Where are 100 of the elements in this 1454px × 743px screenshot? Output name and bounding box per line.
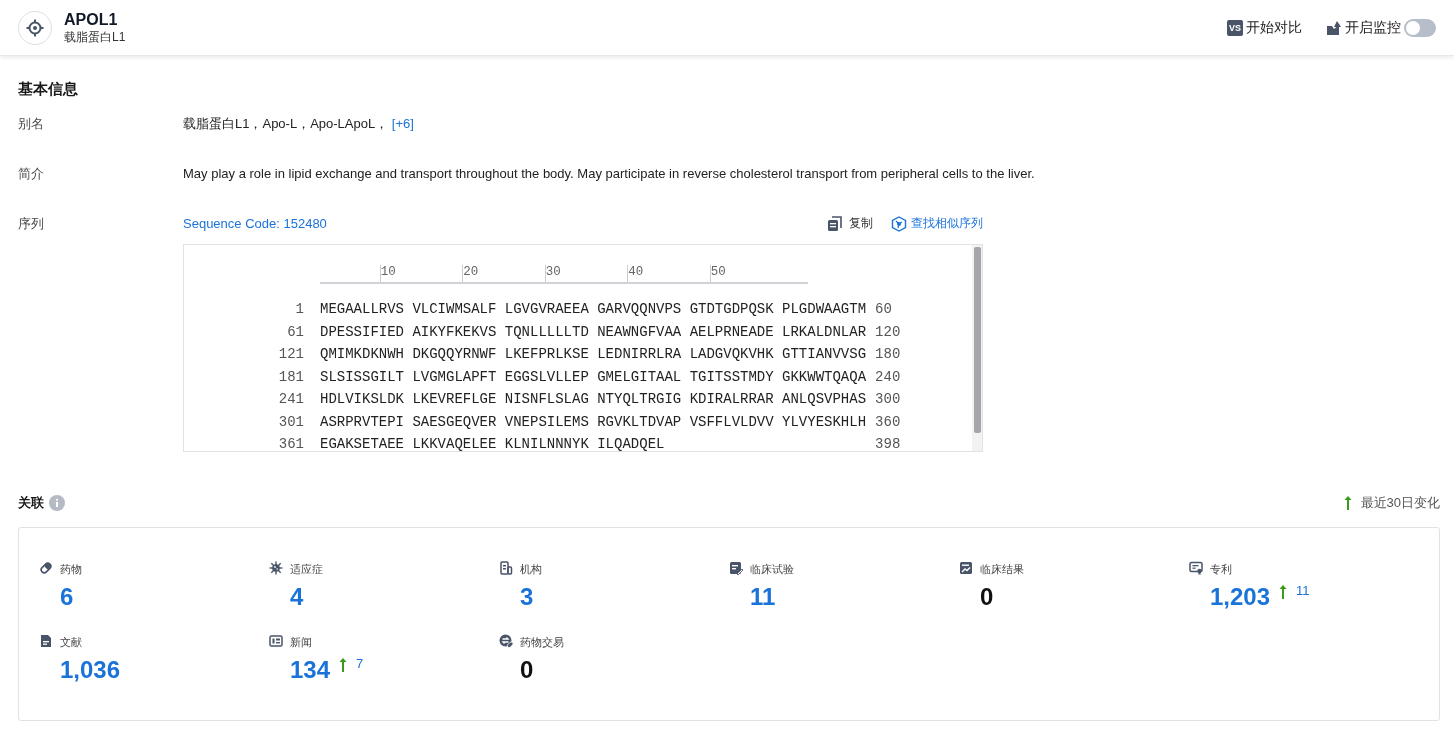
- sequence-chunk: LGVGVRAEEA: [504, 301, 590, 317]
- category-label: 临床结果: [980, 561, 1024, 576]
- sequence-chunk: HDLVIKSLDK: [320, 391, 405, 407]
- sequence-chunk: LKEVREFLGE: [412, 391, 498, 407]
- ruler-label: 10: [379, 265, 396, 282]
- sequence-chunk: NEAWNGFVAA: [597, 323, 683, 340]
- ruler-label: 50: [709, 265, 726, 282]
- monitor-button[interactable]: 开启监控: [1326, 18, 1401, 37]
- sequence-chunk: AIKYFKEKVS: [412, 323, 498, 340]
- info-icon: [49, 495, 65, 511]
- position-number: 361: [277, 436, 305, 452]
- virus-icon: [269, 561, 284, 576]
- count-value[interactable]: 134: [290, 655, 331, 685]
- scrollbar-thumb[interactable]: [973, 247, 981, 433]
- section-title: 关联: [18, 494, 44, 512]
- more-aliases-link[interactable]: [+6]: [391, 116, 414, 131]
- category-label: 专利: [1210, 561, 1232, 576]
- section-title: 基本信息: [18, 80, 79, 99]
- sequence-chunk: SLSISSGILT: [320, 368, 405, 385]
- building-icon: [499, 561, 514, 576]
- monitor-toggle[interactable]: [1404, 18, 1436, 37]
- sequence-chunk: LRKALDNLAR: [782, 323, 868, 340]
- category-label: 适应症: [290, 561, 323, 576]
- count-value[interactable]: 11: [750, 582, 776, 612]
- sequence-chunk: VSFFLVLDVV: [689, 413, 775, 430]
- compare-button[interactable]: VS 开始对比: [1227, 18, 1302, 37]
- clipboard-pen-icon: [729, 561, 744, 576]
- chart-document-icon: [959, 561, 974, 576]
- sequence-chunk: LEDNIRRLRA: [597, 346, 683, 362]
- document-icon: [39, 634, 54, 649]
- crosshair-icon: [26, 18, 44, 37]
- sequence-chunk: YLVYESKHLH: [782, 413, 868, 430]
- sequence-chunk: DPESSIFIED: [320, 323, 405, 340]
- up-arrow-icon: [1342, 495, 1353, 511]
- target-subtitle: 载脂蛋白L1: [64, 28, 126, 45]
- sequence-chunk: EGAKSETAEE: [320, 436, 405, 452]
- change-count: 11: [1296, 584, 1310, 598]
- count-value[interactable]: 3: [520, 582, 534, 612]
- copy-button[interactable]: 复制: [827, 215, 873, 232]
- sequence-chunk: GTDTGDPQSK: [689, 301, 775, 317]
- target-title: APOL1: [64, 10, 119, 29]
- sequence-chunk: GMELGITAAL: [597, 368, 683, 385]
- tray-icon: [1326, 19, 1342, 36]
- count-value[interactable]: 1,203: [1210, 582, 1271, 612]
- description-text: May play a role in lipid exchange and transport throughout the body. May participate in reverse cholesterol transport from peripheral cells to the liver.: [183, 165, 1035, 183]
- sequence-chunk: NTYQLTRGIG: [597, 391, 683, 407]
- sequence-chunk: NISNFLSLAG: [504, 391, 590, 407]
- find-similar-button[interactable]: 查找相似序列: [891, 215, 983, 232]
- sequence-chunk: LADGVQKVHK: [689, 346, 775, 362]
- sequence-chunk: RGVKLTDVAP: [597, 413, 683, 430]
- count-value[interactable]: 4: [290, 582, 304, 612]
- sequence-chunk: QMIMKDKNWH: [320, 346, 405, 362]
- sequence-chunk: VLCIWMSALF: [412, 301, 498, 317]
- sequence-chunk: VNEPSILEMS: [504, 413, 590, 430]
- sequence-chunk: AELPRNEADE: [689, 323, 775, 340]
- count-value[interactable]: 1,036: [60, 655, 121, 685]
- position-number: 180: [874, 346, 901, 362]
- sequence-chunk: TQNLLLLLTD: [504, 323, 590, 340]
- pill-icon: [39, 561, 54, 576]
- ruler-label: 30: [544, 265, 561, 282]
- sequence-chunk: ASRPRVTEPI: [320, 413, 405, 430]
- sequence-chunk: KLNILNNNYK: [504, 436, 590, 452]
- sequence-chunk: MEGAALLRVS: [320, 301, 405, 317]
- legend-label: 最近30日变化: [1360, 494, 1440, 512]
- sequence-code-link[interactable]: Sequence Code: 152480: [183, 216, 327, 231]
- sequence-chunk: LVGMGLAPFT: [412, 368, 498, 385]
- exchange-icon: [499, 634, 514, 649]
- sequence-chunk: LKKVAQELEE: [412, 436, 498, 452]
- position-number: 120: [874, 323, 901, 340]
- position-number: 241: [277, 391, 305, 407]
- position-number: 398: [874, 436, 901, 452]
- position-number: 181: [277, 368, 305, 385]
- ruler-label: 40: [627, 265, 644, 282]
- certificate-icon: [1189, 561, 1204, 576]
- position-number: 360: [874, 413, 901, 430]
- molecule-icon: [891, 215, 907, 232]
- sequence-chunk: PLGDWAAGTM: [782, 301, 868, 317]
- sequence-chunk: DKGQQYRNWF: [412, 346, 498, 362]
- copy-icon: [827, 215, 843, 232]
- position-number: 121: [277, 346, 305, 362]
- category-label: 机构: [520, 561, 542, 576]
- count-value: 0: [980, 582, 994, 612]
- category-label: 药物交易: [520, 634, 564, 649]
- position-number: 1: [294, 301, 305, 317]
- alias-text: 载脂蛋白L1，Apo-L，Apo-LApoL， [+6]: [183, 115, 414, 133]
- newspaper-icon: [269, 634, 284, 649]
- category-label: 药物: [60, 561, 82, 576]
- up-arrow-icon: [1278, 584, 1289, 600]
- position-number: 240: [874, 368, 901, 385]
- sequence-chunk: GARVQQNVPS: [597, 301, 683, 317]
- sequence-chunk: LKEFPRLKSE: [504, 346, 590, 362]
- change-count: 7: [356, 657, 364, 671]
- ruler-label: 20: [462, 265, 479, 282]
- sequence-chunk: ILQADQEL: [597, 436, 666, 452]
- category-label: 新闻: [290, 634, 312, 649]
- field-label: 简介: [18, 165, 45, 183]
- sequence-chunk: EGGSLVLLEP: [504, 368, 590, 385]
- count-value[interactable]: 6: [60, 582, 74, 612]
- position-number: 301: [277, 413, 305, 430]
- sequence-chunk: SAESGEQVER: [412, 413, 498, 430]
